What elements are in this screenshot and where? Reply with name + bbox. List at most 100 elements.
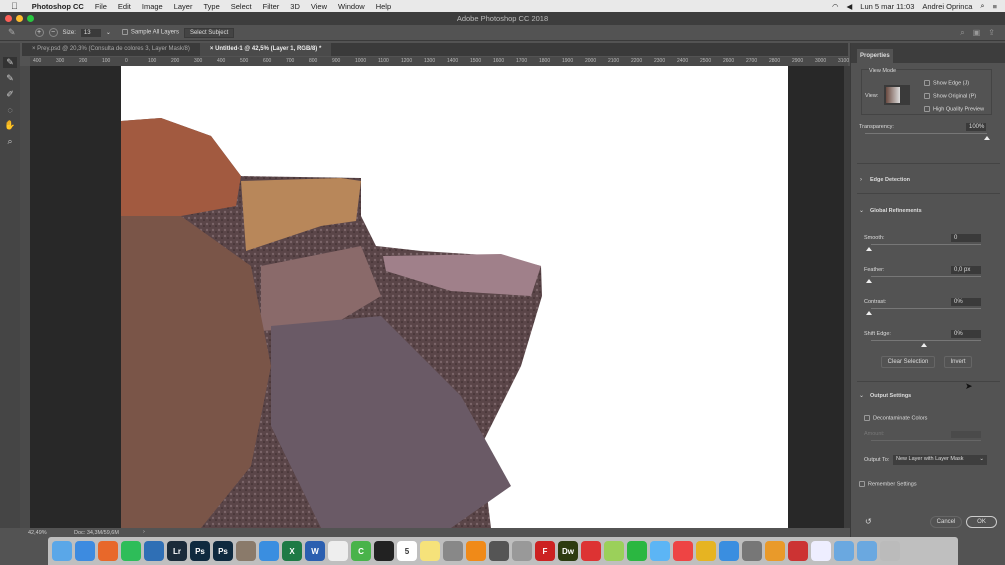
menu-3d[interactable]: 3D [290, 2, 300, 11]
share-icon[interactable]: ⇪ [988, 28, 995, 38]
menu-edit[interactable]: Edit [118, 2, 131, 11]
dock-photoshop-2-icon[interactable]: Ps [213, 541, 233, 561]
show-original-checkbox[interactable]: Show Original (P) [924, 93, 976, 99]
menu-help[interactable]: Help [376, 2, 391, 11]
cancel-button[interactable]: Cancel [930, 516, 962, 528]
subtract-selection-icon[interactable]: − [48, 28, 58, 37]
dock-filezilla-icon[interactable]: F [535, 541, 555, 561]
feather-slider[interactable] [871, 276, 981, 277]
feather-thumb[interactable] [866, 279, 872, 283]
hand-icon[interactable]: ✋ [4, 120, 15, 131]
dock-calendar-icon[interactable]: 5 [397, 541, 417, 561]
contrast-slider[interactable] [871, 308, 981, 309]
zoom-button[interactable] [27, 15, 34, 22]
transparency-input[interactable]: 100% [966, 123, 986, 131]
properties-tab[interactable]: Properties [857, 49, 893, 63]
datetime[interactable]: Lun 5 mar 11:03 [860, 2, 914, 11]
quick-selection-tool-icon[interactable]: ✎ [3, 57, 17, 68]
dock-trash-icon[interactable] [880, 541, 900, 561]
show-edge-checkbox[interactable]: Show Edge (J) [924, 80, 969, 86]
output-settings-section[interactable]: Output Settings [870, 393, 911, 399]
apple-icon[interactable]:  [11, 1, 18, 11]
dock-sound-icon[interactable] [696, 541, 716, 561]
menu-layer[interactable]: Layer [174, 2, 193, 11]
dock-photo-icon[interactable] [788, 541, 808, 561]
dock-mail-icon[interactable] [581, 541, 601, 561]
brush-tool-icon[interactable]: ✎ [8, 27, 16, 38]
menu-type[interactable]: Type [203, 2, 219, 11]
ok-button[interactable]: OK [966, 516, 997, 528]
contrast-input[interactable]: 0% [951, 298, 981, 306]
brush-icon[interactable]: ✐ [6, 89, 14, 100]
add-to-selection-icon[interactable]: + [34, 28, 44, 37]
size-dropdown-icon[interactable]: ⌄ [106, 29, 111, 36]
smooth-thumb[interactable] [866, 247, 872, 251]
edge-detection-section[interactable]: Edge Detection [870, 177, 910, 183]
dock-lightroom-icon[interactable]: Lr [167, 541, 187, 561]
feather-input[interactable]: 0,0 px [951, 266, 981, 274]
dock-notes-icon[interactable] [420, 541, 440, 561]
zoom-level[interactable]: 42,49% [28, 530, 47, 536]
select-subject-button[interactable]: Select Subject [183, 27, 235, 38]
tab-untitled-1[interactable]: × Untitled-1 @ 42,5% (Layer 1, RGB/8) * [199, 43, 332, 56]
smooth-slider[interactable] [871, 244, 981, 245]
dock-excel-icon[interactable]: X [282, 541, 302, 561]
dock-safari-icon[interactable] [259, 541, 279, 561]
dock-firefox-icon[interactable] [98, 541, 118, 561]
wifi-icon[interactable]: ◠ [832, 2, 839, 11]
invert-button[interactable]: Invert [944, 356, 972, 368]
global-refinements-chevron-icon[interactable]: ⌄ [859, 207, 864, 214]
dock-folder2-icon[interactable] [857, 541, 877, 561]
output-settings-chevron-icon[interactable]: ⌄ [859, 392, 864, 399]
dock-preferences-icon[interactable] [443, 541, 463, 561]
contrast-thumb[interactable] [866, 311, 872, 315]
edge-detection-chevron-icon[interactable]: › [860, 177, 862, 183]
menu-select[interactable]: Select [231, 2, 252, 11]
dock-spotify-icon[interactable] [121, 541, 141, 561]
dock-cog-icon[interactable] [765, 541, 785, 561]
dock-tools-icon[interactable] [742, 541, 762, 561]
dock-vlc-icon[interactable] [466, 541, 486, 561]
tab-prey[interactable]: × Prey.psd @ 20,3% (Consulta de colores … [22, 43, 200, 56]
dock-recorder-icon[interactable] [673, 541, 693, 561]
close-button[interactable] [5, 15, 12, 22]
volume-icon[interactable]: ◀ [847, 2, 853, 11]
dock-folder1-icon[interactable] [834, 541, 854, 561]
list-icon[interactable]: ≡ [993, 2, 997, 11]
output-to-select[interactable]: New Layer with Layer Mask ⌄ [893, 455, 987, 465]
transparency-slider[interactable] [865, 133, 987, 134]
global-refinements-section[interactable]: Global Refinements [870, 208, 922, 214]
decontaminate-checkbox[interactable]: Decontaminate Colors [864, 415, 927, 421]
dock-books-icon[interactable] [512, 541, 532, 561]
view-dropdown[interactable] [884, 85, 910, 105]
dock-clapper-icon[interactable] [489, 541, 509, 561]
user-name[interactable]: Andrei Oprinca [922, 2, 972, 11]
size-input[interactable]: 13 [80, 28, 101, 37]
menu-view[interactable]: View [311, 2, 327, 11]
shift_edge-input[interactable]: 0% [951, 330, 981, 338]
status-arrow-icon[interactable]: › [143, 529, 145, 535]
shift_edge-slider[interactable] [871, 340, 981, 341]
hq-preview-checkbox[interactable]: High Quality Preview [924, 106, 984, 112]
dock-word-icon[interactable]: W [305, 541, 325, 561]
dock-app-store-icon[interactable] [719, 541, 739, 561]
dock-pages-icon[interactable] [328, 541, 348, 561]
dock-messages-icon[interactable] [650, 541, 670, 561]
dock-photoshop-icon[interactable]: Ps [190, 541, 210, 561]
dock-finder-icon[interactable] [52, 541, 72, 561]
remember-settings-checkbox[interactable]: Remember Settings [859, 481, 917, 487]
menu-window[interactable]: Window [338, 2, 365, 11]
sample-all-layers-checkbox[interactable]: Sample All Layers [121, 29, 179, 36]
dock-chrome-icon[interactable] [75, 541, 95, 561]
menu-filter[interactable]: Filter [263, 2, 280, 11]
dock-maps-icon[interactable] [604, 541, 624, 561]
dock-doc-icon[interactable] [811, 541, 831, 561]
document-canvas[interactable] [121, 66, 788, 528]
dock-whatsapp-icon[interactable] [627, 541, 647, 561]
transparency-thumb[interactable] [984, 136, 990, 140]
smooth-input[interactable]: 0 [951, 234, 981, 242]
menu-image[interactable]: Image [142, 2, 163, 11]
refine-edge-brush-icon[interactable]: ✎ [6, 73, 14, 84]
dock-thunderbird-icon[interactable] [144, 541, 164, 561]
shift_edge-thumb[interactable] [921, 343, 927, 347]
